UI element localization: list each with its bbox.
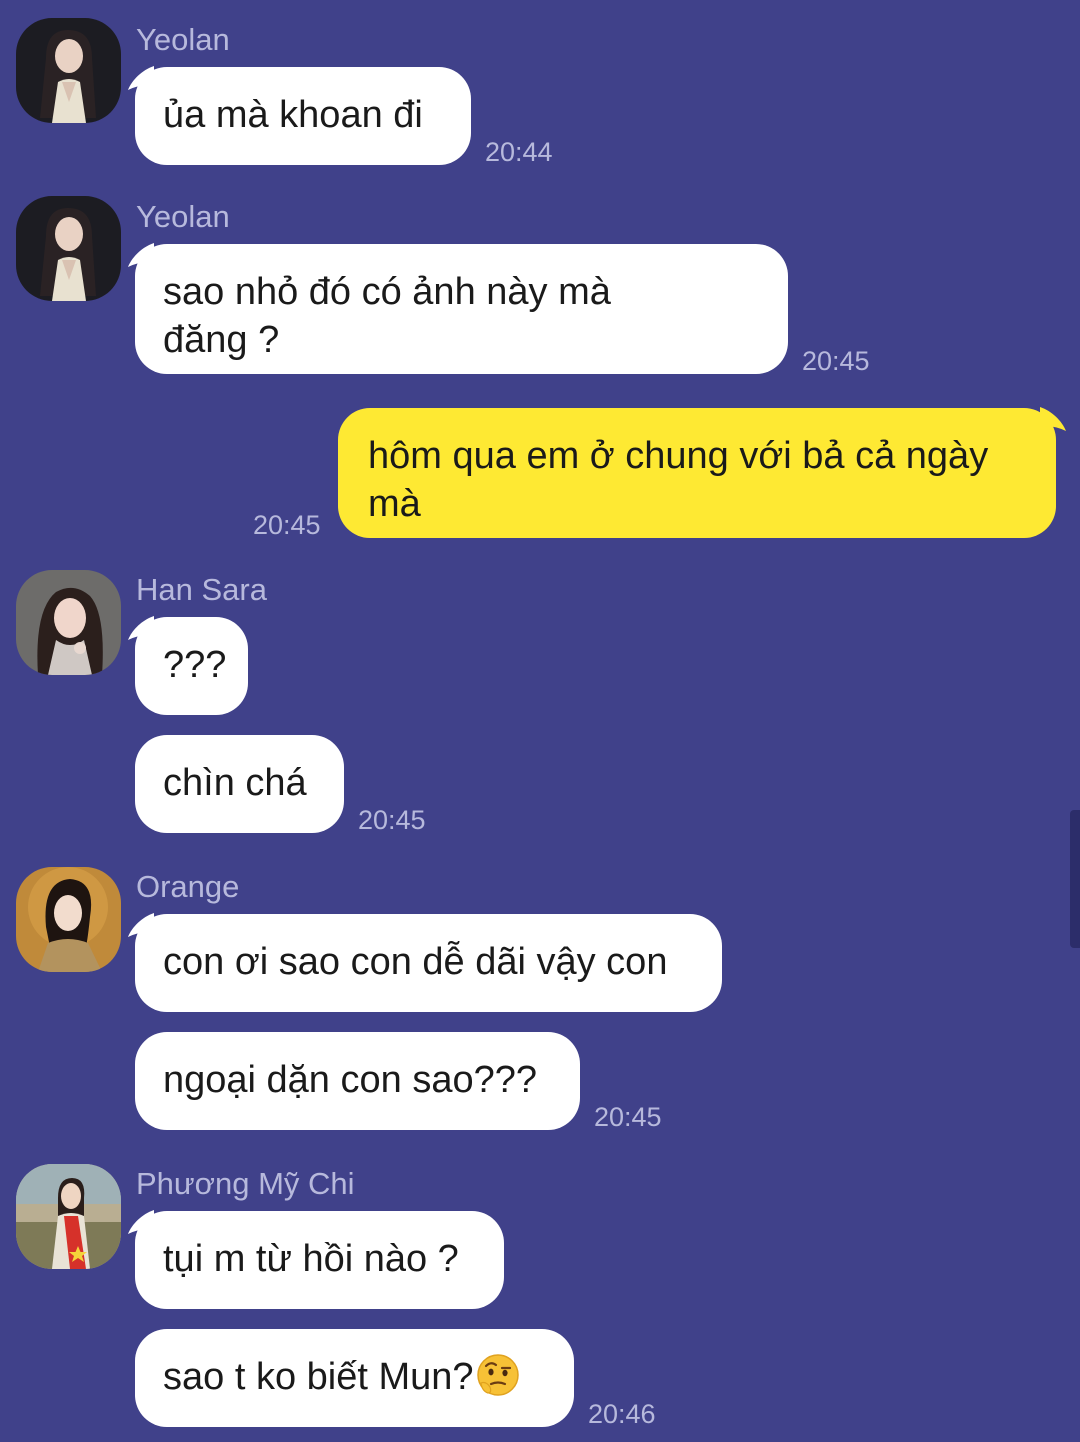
message-bubble[interactable]: chìn chá bbox=[135, 735, 344, 833]
message-time: 20:45 bbox=[802, 346, 870, 376]
bubble-tail bbox=[1040, 407, 1066, 431]
message-time: 20:45 bbox=[358, 805, 426, 835]
avatar-yeolan[interactable] bbox=[16, 196, 121, 301]
avatar-han-sara[interactable] bbox=[16, 570, 121, 675]
message-time: 20:45 bbox=[253, 510, 321, 540]
avatar-phuong-my-chi[interactable] bbox=[16, 1164, 121, 1269]
message-time: 20:44 bbox=[485, 137, 553, 167]
message-bubble[interactable]: sao t ko biết Mun? bbox=[135, 1329, 574, 1427]
raised-eyebrow-emoji-icon bbox=[476, 1354, 519, 1396]
message-bubble[interactable]: ??? bbox=[135, 617, 248, 715]
scrollbar[interactable] bbox=[1070, 810, 1080, 948]
sender-name: Yeolan bbox=[136, 199, 230, 234]
outgoing-message-bubble[interactable]: hôm qua em ở chung với bả cả ngày mà bbox=[338, 408, 1056, 538]
message-time: 20:46 bbox=[588, 1399, 656, 1429]
message-text: sao t ko biết Mun? bbox=[163, 1356, 474, 1398]
sender-name: Han Sara bbox=[136, 572, 267, 607]
message-bubble[interactable]: sao nhỏ đó có ảnh này mà đăng ? bbox=[135, 244, 788, 374]
sender-name: Yeolan bbox=[136, 22, 230, 57]
sender-name: Orange bbox=[136, 869, 240, 904]
message-time: 20:45 bbox=[594, 1102, 662, 1132]
sender-name: Phương Mỹ Chi bbox=[136, 1166, 355, 1201]
message-bubble[interactable]: ủa mà khoan đi bbox=[135, 67, 471, 165]
avatar-yeolan[interactable] bbox=[16, 18, 121, 123]
message-bubble[interactable]: tụi m từ hồi nào ? bbox=[135, 1211, 504, 1309]
message-bubble[interactable]: ngoại dặn con sao??? bbox=[135, 1032, 580, 1130]
avatar-orange[interactable] bbox=[16, 867, 121, 972]
message-bubble[interactable]: con ơi sao con dễ dãi vậy con bbox=[135, 914, 722, 1012]
